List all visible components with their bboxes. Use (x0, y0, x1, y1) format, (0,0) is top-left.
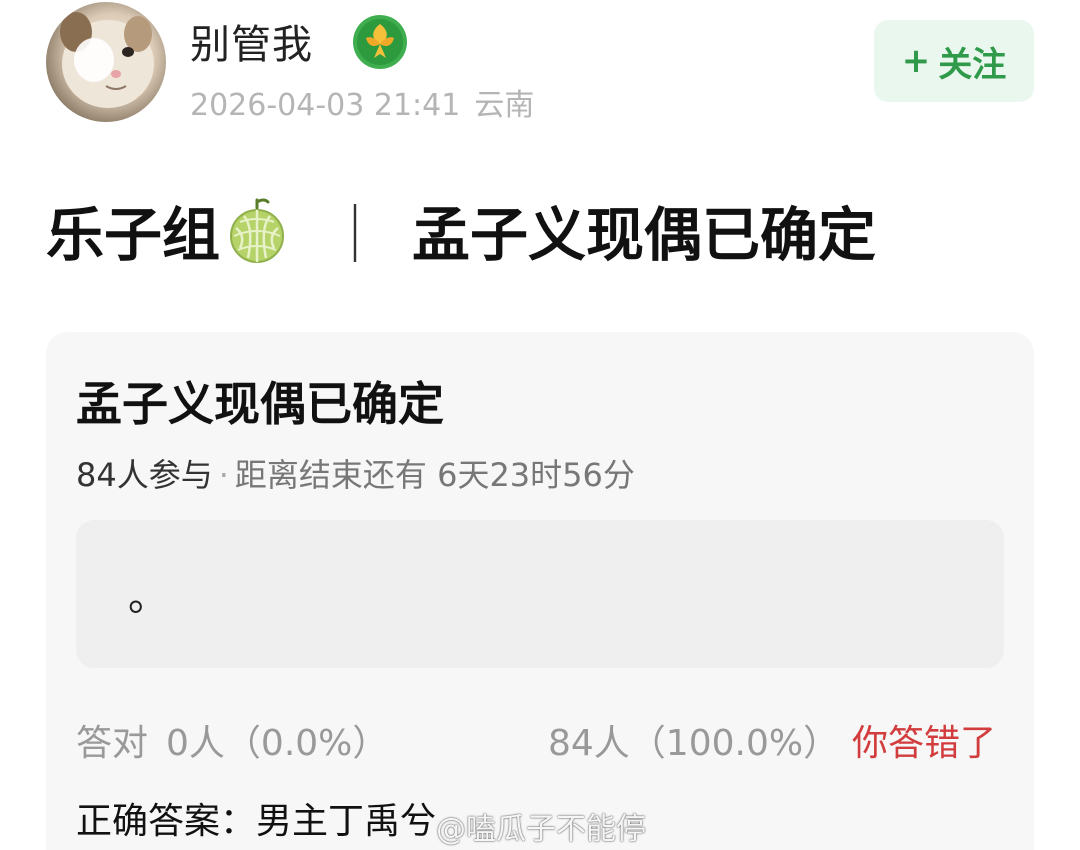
title-separator: ｜ (326, 201, 385, 269)
meta-dot: · (218, 456, 229, 494)
post-title: 乐子组 ｜ 孟子义现偶已确定 (46, 188, 876, 272)
poll-option-text: 。 (128, 574, 168, 620)
avatar[interactable] (46, 2, 166, 122)
author-name[interactable]: 别管我 (190, 12, 313, 70)
post-meta: 2026-04-03 21:41 云南 (190, 80, 534, 124)
poll-meta: 84人参与 · 距离结束还有 6天23时56分 (76, 450, 635, 496)
title-prefix: 乐子组 (46, 201, 221, 269)
title-main: 孟子义现偶已确定 (412, 201, 877, 269)
wrong-count: 84人（100.0%） (548, 723, 840, 764)
post-location: 云南 (474, 88, 535, 123)
poll-title: 孟子义现偶已确定 (76, 377, 444, 431)
flower-badge-icon (350, 12, 410, 72)
post-page: 别管我 2026-04-03 21:41 云南 + 关注 乐子组 ｜ 孟子义现偶已… (0, 0, 1080, 850)
result-text: 你答错了 (852, 723, 997, 764)
poll-countdown: 距离结束还有 6天23时56分 (234, 456, 635, 494)
poll-option[interactable]: 。 (76, 520, 1004, 668)
correct-label: 答对 (76, 723, 149, 764)
correct-count: 0人（0.0%） (166, 723, 389, 764)
correct-stats: 答对 0人（0.0%） (76, 714, 388, 766)
cat-avatar-image (60, 12, 154, 108)
post-time: 2026-04-03 21:41 (190, 88, 461, 123)
plus-icon: + (901, 41, 931, 81)
follow-button[interactable]: + 关注 (874, 20, 1034, 102)
correct-answer: 正确答案：男主丁禹兮 (76, 801, 437, 842)
participants-count: 84人参与 (76, 456, 213, 494)
melon-icon (230, 198, 285, 263)
follow-label: 关注 (938, 44, 1007, 85)
poll-card: 孟子义现偶已确定 84人参与 · 距离结束还有 6天23时56分 。 答对 0人（0.… (46, 332, 1034, 850)
watermark: @嗑瓜子不能停 (436, 812, 646, 847)
